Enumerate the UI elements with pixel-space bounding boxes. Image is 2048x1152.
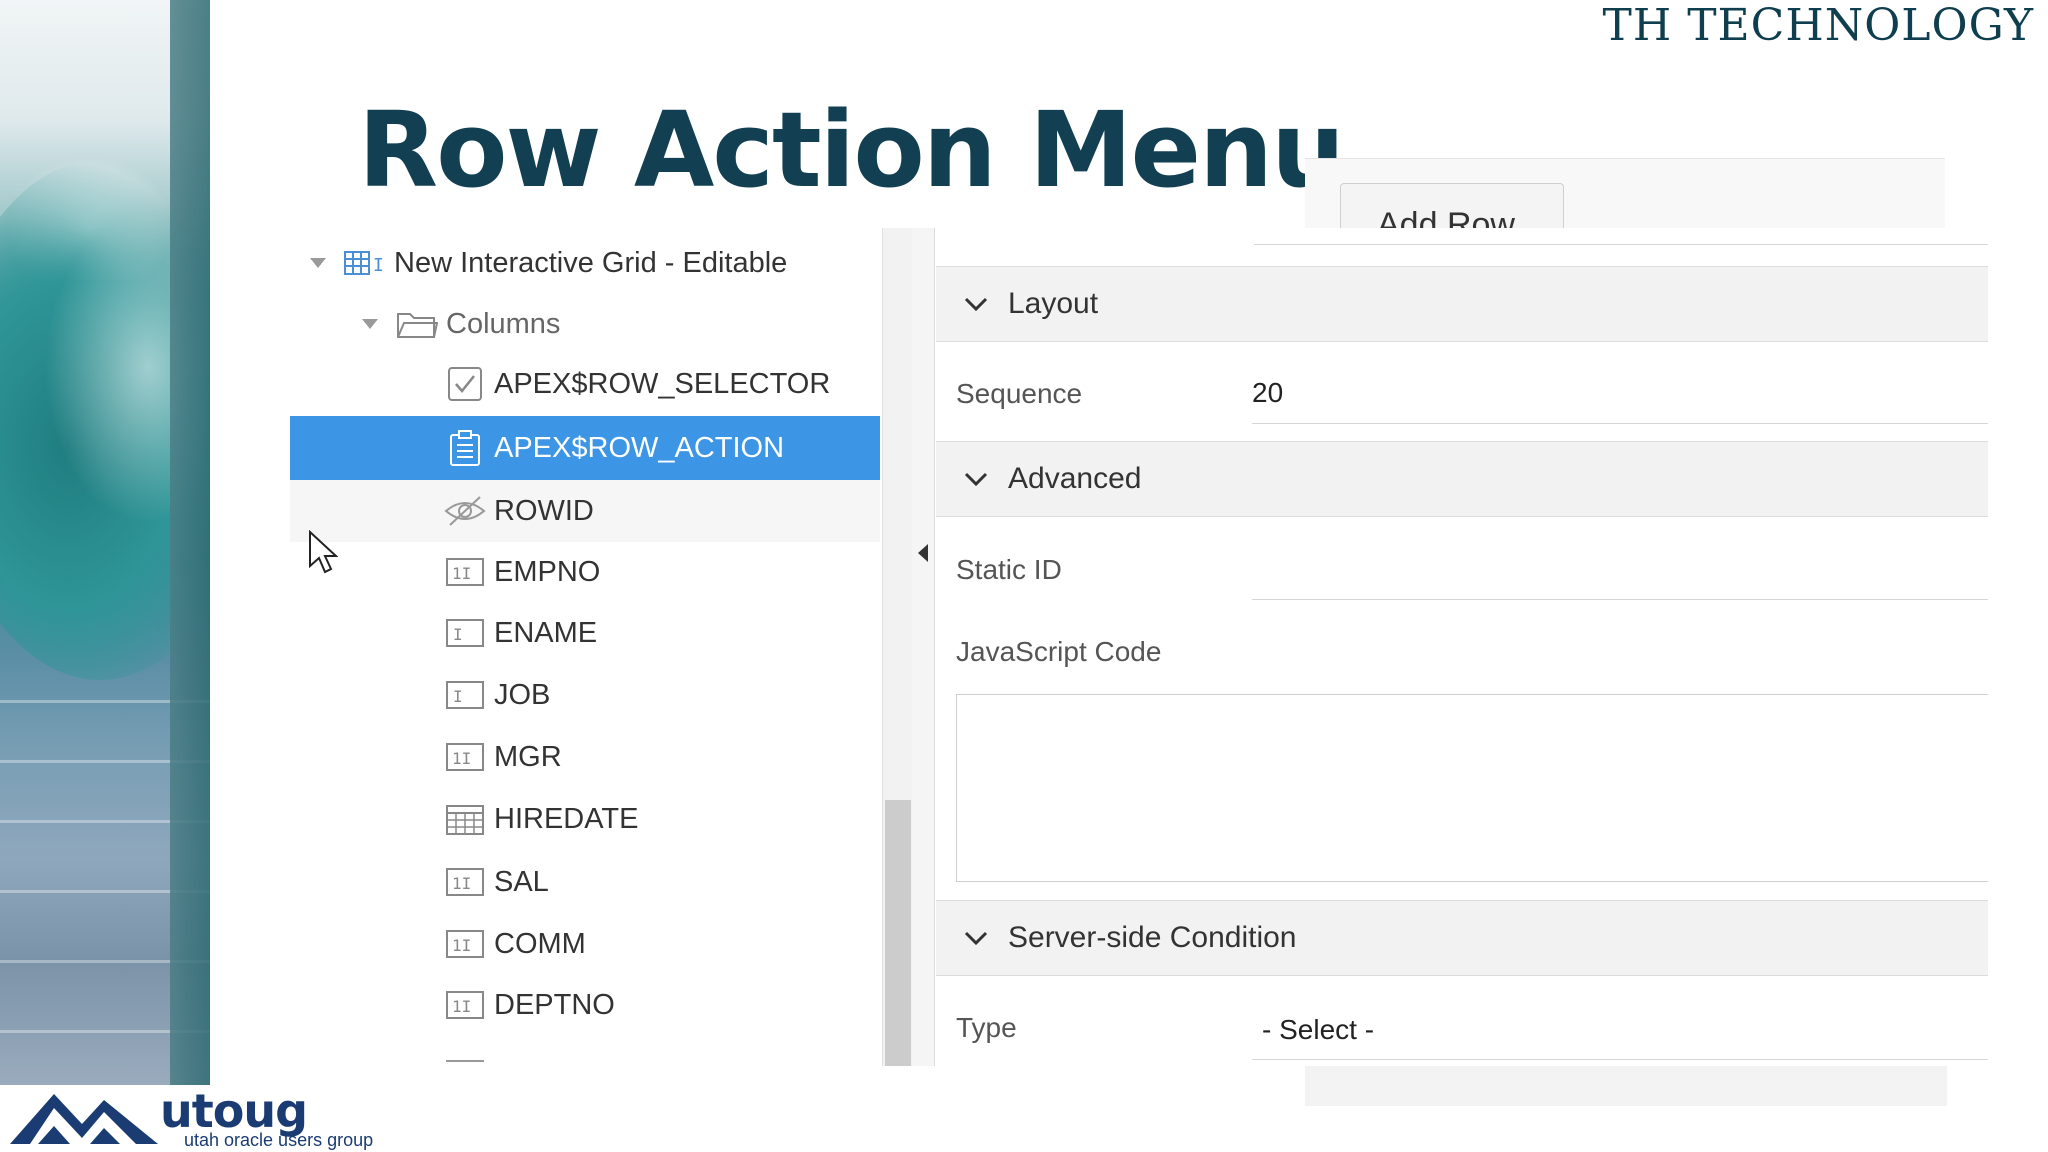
tree-item-rowid[interactable]: ROWID <box>290 480 880 542</box>
tree-scrollbar[interactable] <box>882 228 913 1066</box>
tree-item-label: MGR <box>494 740 562 773</box>
text-field-icon: I <box>444 677 486 713</box>
number-field-icon: 1I <box>444 864 486 900</box>
clipboard-icon <box>444 430 486 466</box>
tree-item-label: ENAME <box>494 616 598 649</box>
group-server-side-condition-header[interactable]: Server-side Condition <box>936 900 1988 976</box>
chevron-down-icon <box>962 924 990 952</box>
tree-item-label: COMM <box>494 927 586 960</box>
tree-item-apex-row-selector[interactable]: APEX$ROW_SELECTOR <box>290 354 880 414</box>
group-label: Advanced <box>1008 462 1142 495</box>
calendar-icon <box>444 801 486 837</box>
property-editor: Layout Sequence 20 Advanced Static ID Ja… <box>936 228 1988 1066</box>
tree-item-job[interactable]: I JOB <box>290 665 880 725</box>
logo-tagline: utah oracle users group <box>184 1130 374 1150</box>
tree-item-hiredate[interactable]: HIREDATE <box>290 789 880 849</box>
svg-text:1I: 1I <box>452 564 471 583</box>
tree-item-label: ROWID <box>494 494 594 527</box>
tree-node-label: New Interactive Grid - Editable <box>394 246 788 279</box>
tree-item-label: EMPNO <box>494 555 601 588</box>
tree-item-label: APEX$ROW_SELECTOR <box>494 367 831 400</box>
group-label: Server-side Condition <box>1008 921 1297 954</box>
grid-icon: I <box>344 245 386 281</box>
collapse-triangle-icon[interactable] <box>354 308 386 340</box>
component-tree: I New Interactive Grid - Editable Column… <box>290 228 882 1066</box>
tree-item-label: HIREDATE <box>494 802 639 835</box>
chevron-down-icon <box>962 290 990 318</box>
footer-background <box>1305 1066 1947 1106</box>
tree-item-label: SAL <box>494 865 549 898</box>
mountain-logo-icon <box>10 1094 158 1144</box>
svg-text:I: I <box>453 687 463 706</box>
type-label: Type <box>956 1012 1017 1043</box>
tree-item-partial <box>446 1060 484 1066</box>
add-row-button[interactable]: Add Row <box>1340 183 1564 234</box>
svg-text:1I: 1I <box>452 874 471 893</box>
tree-item-mgr[interactable]: 1I MGR <box>290 727 880 787</box>
svg-text:I: I <box>453 625 463 644</box>
tree-item-label: JOB <box>494 678 551 711</box>
javascript-code-label: JavaScript Code <box>956 636 1162 667</box>
tree-node-interactive-grid[interactable]: I New Interactive Grid - Editable <box>290 233 880 293</box>
hidden-eye-icon <box>444 493 486 529</box>
utoug-logo: utoug utah oracle users group <box>8 1082 388 1150</box>
type-select[interactable]: - Select - <box>1252 1000 1988 1060</box>
tree-item-comm[interactable]: 1I COMM <box>290 914 880 974</box>
tree-item-label: APEX$ROW_ACTION <box>494 431 785 464</box>
brand-wordmark: TH TECHNOLOGY <box>1602 0 2034 51</box>
svg-text:1I: 1I <box>452 936 471 955</box>
javascript-code-textarea[interactable] <box>956 694 1988 882</box>
collapse-triangle-icon[interactable] <box>302 247 334 279</box>
slide-title: Row Action Menu <box>358 89 1345 211</box>
number-field-icon: 1I <box>444 739 486 775</box>
svg-text:1I: 1I <box>452 749 471 768</box>
group-label: Layout <box>1008 287 1099 320</box>
tree-node-label: Columns <box>446 307 561 340</box>
collapse-arrow-icon[interactable] <box>918 544 928 562</box>
number-field-icon: 1I <box>444 554 486 590</box>
checkbox-icon <box>444 366 486 402</box>
tree-item-apex-row-action[interactable]: APEX$ROW_ACTION <box>290 416 880 480</box>
tree-item-label: DEPTNO <box>494 988 615 1021</box>
folder-icon <box>396 306 438 342</box>
svg-text:1I: 1I <box>452 997 471 1016</box>
panel-splitter[interactable] <box>912 228 935 1066</box>
static-id-label: Static ID <box>956 554 1062 585</box>
group-advanced-header[interactable]: Advanced <box>936 441 1988 517</box>
tree-item-sal[interactable]: 1I SAL <box>290 852 880 912</box>
chevron-down-icon <box>962 465 990 493</box>
number-field-icon: 1I <box>444 926 486 962</box>
tree-item-ename[interactable]: I ENAME <box>290 603 880 663</box>
tree-item-deptno[interactable]: 1I DEPTNO <box>290 975 880 1035</box>
sequence-label: Sequence <box>956 378 1083 409</box>
mouse-cursor-icon <box>309 530 338 574</box>
svg-text:I: I <box>373 255 384 276</box>
scrollbar-thumb[interactable] <box>885 800 911 1066</box>
number-field-icon: 1I <box>444 987 486 1023</box>
tree-item-empno[interactable]: 1I EMPNO <box>290 542 880 602</box>
text-field-icon: I <box>444 615 486 651</box>
logo-wordmark: utoug <box>160 1084 308 1138</box>
wave-background-image <box>0 0 210 1085</box>
tree-node-columns-folder[interactable]: Columns <box>290 294 880 354</box>
group-layout-header[interactable]: Layout <box>936 266 1988 342</box>
static-id-input[interactable] <box>1252 539 1988 600</box>
sequence-input[interactable]: 20 <box>1252 363 1988 424</box>
